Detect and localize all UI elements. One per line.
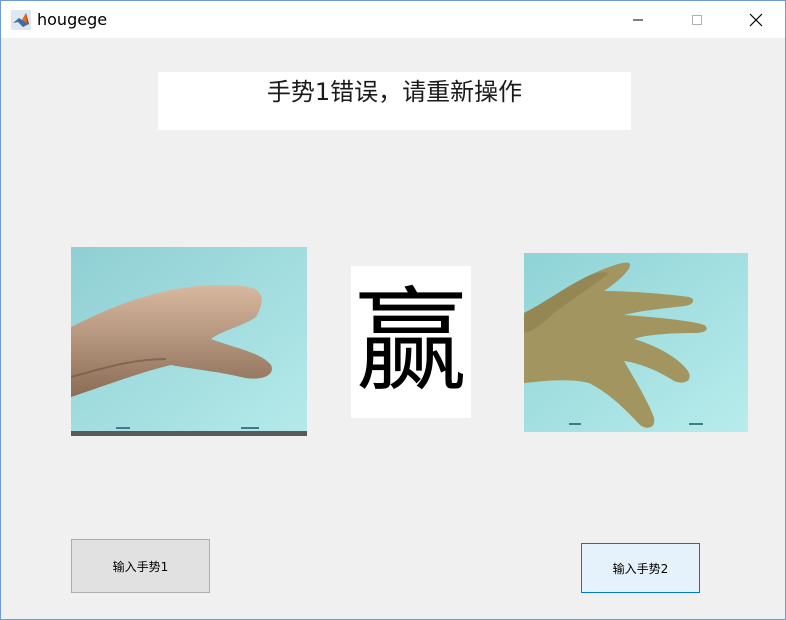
- input-gesture-2-button[interactable]: 输入手势2: [581, 543, 700, 593]
- result-text: 赢: [355, 277, 467, 407]
- input-gesture-1-button[interactable]: 输入手势1: [71, 539, 210, 593]
- figure-window: hougege 手势1错误，请重新操作 赢 输入手势1 输入手势2: [0, 0, 786, 620]
- maximize-icon: [692, 14, 702, 25]
- window-title: hougege: [37, 10, 108, 29]
- matlab-logo-icon: [11, 10, 31, 30]
- left-gesture-image: [71, 247, 307, 436]
- minimize-button[interactable]: [615, 1, 661, 38]
- status-panel: 手势1错误，请重新操作: [158, 72, 631, 130]
- right-gesture-image: [524, 253, 748, 432]
- result-panel: 赢: [351, 266, 471, 418]
- status-message: 手势1错误，请重新操作: [266, 78, 523, 106]
- minimize-icon: [633, 19, 643, 20]
- close-button[interactable]: [733, 1, 779, 38]
- title-bar[interactable]: hougege: [1, 1, 785, 38]
- maximize-button[interactable]: [674, 1, 720, 38]
- close-icon: [749, 13, 763, 26]
